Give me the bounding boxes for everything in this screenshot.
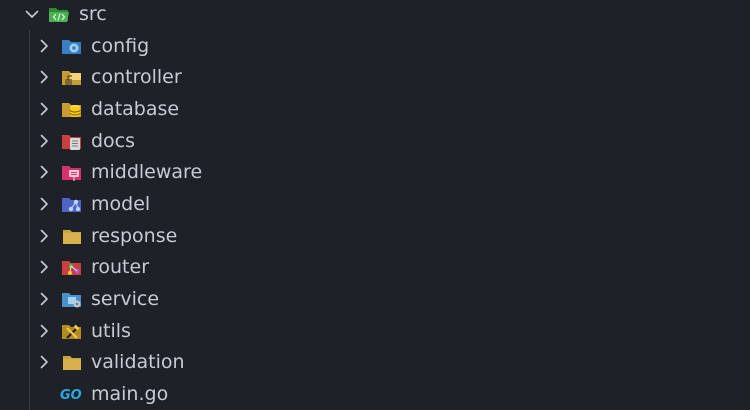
tree-folder-validation[interactable]: validation [0, 346, 750, 378]
folder-icon [61, 352, 83, 372]
tree-folder-controller[interactable]: controller [0, 61, 750, 93]
chevron-right-icon[interactable] [36, 164, 52, 180]
tree-folder-response[interactable]: response [0, 220, 750, 252]
tree-item-label: controller [91, 66, 182, 88]
tree-item-label: config [91, 35, 150, 57]
tree-folder-docs[interactable]: docs [0, 125, 750, 157]
tree-item-label: src [79, 3, 107, 25]
tree-folder-router[interactable]: router [0, 251, 750, 283]
folder-database-icon [61, 99, 83, 119]
tree-folder-utils[interactable]: utils [0, 315, 750, 347]
chevron-down-icon[interactable] [24, 6, 40, 22]
chevron-right-icon[interactable] [36, 38, 52, 54]
tree-file-main-go[interactable]: GO main.go [0, 378, 750, 410]
folder-middleware-icon [61, 162, 83, 182]
folder-utils-icon [61, 321, 83, 341]
tree-item-label: model [91, 193, 151, 215]
chevron-right-icon[interactable] [36, 291, 52, 307]
folder-controller-icon [61, 67, 83, 87]
go-file-icon: GO [59, 384, 83, 404]
folder-model-icon [61, 194, 83, 214]
tree-item-label: utils [91, 320, 131, 342]
chevron-right-icon[interactable] [36, 354, 52, 370]
tree-folder-model[interactable]: model [0, 188, 750, 220]
folder-icon [61, 226, 83, 246]
tree-item-label: router [91, 256, 150, 278]
svg-text:GO: GO [60, 388, 82, 403]
chevron-right-icon[interactable] [36, 259, 52, 275]
tree-folder-src[interactable]: src [0, 0, 750, 30]
folder-service-icon [61, 289, 83, 309]
folder-docs-icon [61, 131, 83, 151]
chevron-right-icon[interactable] [36, 196, 52, 212]
tree-item-label: validation [91, 351, 185, 373]
tree-item-label: middleware [91, 161, 203, 183]
tree-item-label: response [91, 225, 178, 247]
tree-item-label: database [91, 98, 180, 120]
chevron-right-icon[interactable] [36, 323, 52, 339]
folder-src-open-icon [48, 4, 70, 24]
tree-folder-config[interactable]: config [0, 30, 750, 62]
tree-folder-middleware[interactable]: middleware [0, 156, 750, 188]
chevron-right-icon[interactable] [36, 69, 52, 85]
tree-folder-service[interactable]: service [0, 283, 750, 315]
folder-config-icon [61, 36, 83, 56]
tree-folder-database[interactable]: database [0, 93, 750, 125]
tree-item-label: docs [91, 130, 136, 152]
file-explorer-tree: src config controller database docs midd… [0, 0, 750, 410]
tree-item-label: service [91, 288, 160, 310]
folder-router-icon [61, 257, 83, 277]
tree-item-label: main.go [91, 383, 169, 405]
chevron-right-icon[interactable] [36, 101, 52, 117]
chevron-right-icon[interactable] [36, 133, 52, 149]
chevron-right-icon[interactable] [36, 228, 52, 244]
